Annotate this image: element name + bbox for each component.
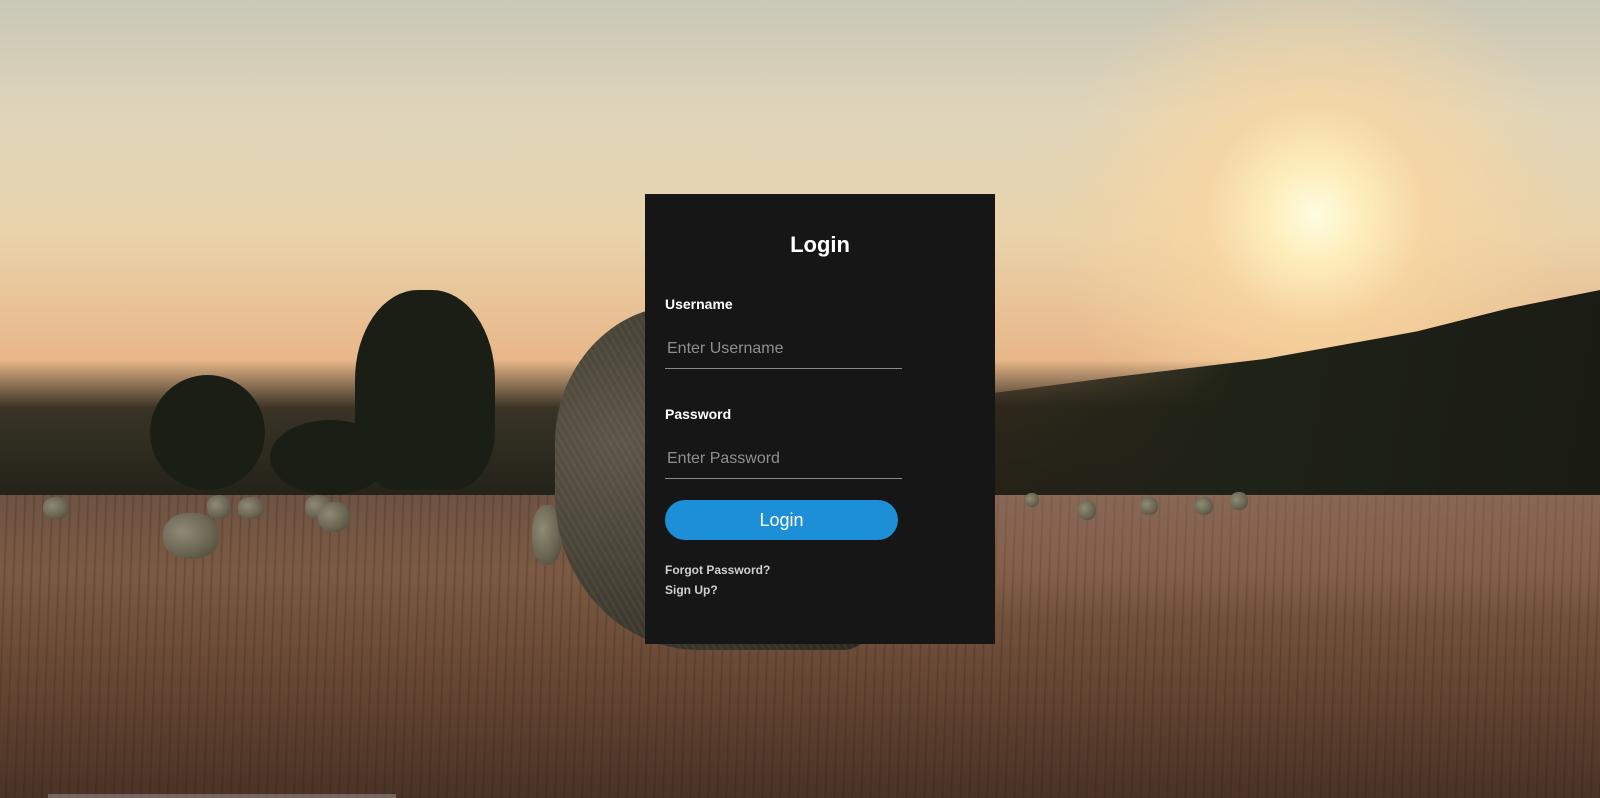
login-title: Login [790,232,850,257]
background-field-sheen [980,495,1600,615]
background-hay-bale [238,497,264,519]
background-hay-bale [318,502,350,532]
username-label: Username [665,296,733,312]
login-page: Login Username Password Login Forgot Pas… [0,0,1600,798]
background-hay-bale [1195,497,1213,515]
login-card: Login Username Password Login Forgot Pas… [645,194,995,644]
background-hay-bale [43,497,69,519]
background-hay-bale [1078,500,1096,520]
forgot-password-link[interactable]: Forgot Password? [665,563,770,577]
background-hay-bale [1230,492,1248,510]
background-hay-bale [207,495,231,519]
background-tree [150,375,265,490]
background-tree [270,420,390,495]
login-button[interactable]: Login [665,500,898,540]
horizontal-scrollbar[interactable] [48,794,396,798]
background-hay-bale [1025,493,1039,507]
username-input[interactable] [665,329,902,369]
password-label: Password [665,406,732,422]
password-input[interactable] [665,439,902,479]
background-hay-bale [1140,497,1158,515]
sign-up-link[interactable]: Sign Up? [665,583,718,597]
background-hay-bale [163,513,219,559]
